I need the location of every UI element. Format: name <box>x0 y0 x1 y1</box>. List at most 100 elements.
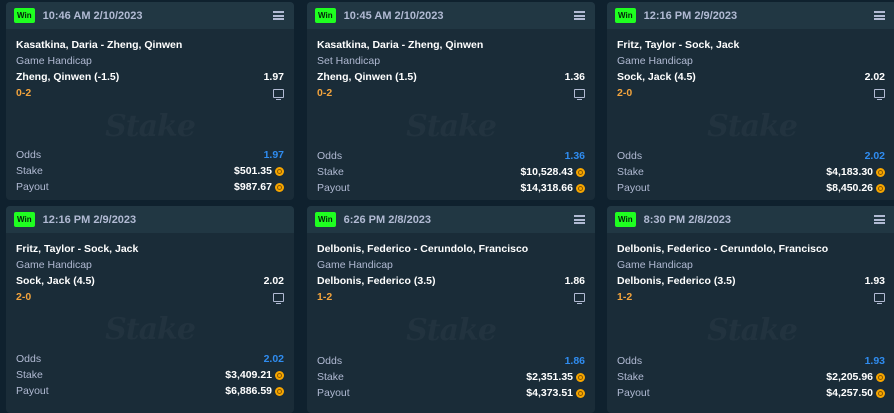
menu-icon[interactable] <box>574 215 585 224</box>
coin-icon <box>275 182 284 192</box>
bet-card[interactable]: Win 8:30 PM 2/8/2023 Delbonis, Federico … <box>607 206 894 413</box>
selection-row: Sock, Jack (4.5) 2.02 <box>617 69 887 85</box>
selection-odds: 1.97 <box>263 71 284 83</box>
odds-label: Odds <box>617 150 643 162</box>
stake-value: $2,351.35 <box>526 371 573 383</box>
payout-value: $4,257.50 <box>826 387 873 399</box>
coin-icon <box>576 372 585 382</box>
bet-summary: Odds 2.02 Stake $3,409.21 Payout $6,886.… <box>16 351 284 399</box>
bet-time: 6:26 PM 2/8/2023 <box>343 213 432 226</box>
menu-icon[interactable] <box>273 11 284 20</box>
bet-card-body: Kasatkina, Daria - Zheng, Qinwen Set Han… <box>307 29 595 101</box>
win-badge: Win <box>315 212 336 227</box>
score-row: 0-2 <box>317 85 585 101</box>
bet-card[interactable]: Win 12:16 PM 2/9/2023 Fritz, Taylor - So… <box>6 206 294 413</box>
selection-odds: 2.02 <box>864 71 885 83</box>
live-stream-icon[interactable] <box>874 88 885 100</box>
coin-icon <box>876 183 885 193</box>
bet-time: 12:16 PM 2/9/2023 <box>42 213 137 226</box>
score: 1-2 <box>617 291 633 303</box>
coin-icon <box>576 167 585 177</box>
odds-label: Odds <box>317 150 343 162</box>
score: 2-0 <box>617 87 633 99</box>
payout-label: Payout <box>16 181 49 193</box>
bet-card-header: Win 12:16 PM 2/9/2023 <box>607 2 894 29</box>
payout-label: Payout <box>617 387 650 399</box>
bet-time: 12:16 PM 2/9/2023 <box>643 9 738 22</box>
match-name[interactable]: Fritz, Taylor - Sock, Jack <box>617 37 887 53</box>
bet-card[interactable]: Win 10:46 AM 2/10/2023 Kasatkina, Daria … <box>6 2 294 200</box>
menu-icon[interactable] <box>874 11 885 20</box>
coin-icon <box>876 372 885 382</box>
score-row: 2-0 <box>617 85 887 101</box>
stake-label: Stake <box>617 371 644 383</box>
selection-odds: 1.93 <box>864 275 885 287</box>
bet-card-body: Fritz, Taylor - Sock, Jack Game Handicap… <box>607 29 894 101</box>
match-name[interactable]: Kasatkina, Daria - Zheng, Qinwen <box>16 37 284 53</box>
score-row: 0-2 <box>16 85 284 101</box>
selection-name: Delbonis, Federico (3.5) <box>617 275 736 287</box>
selection-odds: 1.86 <box>564 275 585 287</box>
bet-card[interactable]: Win 12:16 PM 2/9/2023 Fritz, Taylor - So… <box>607 2 894 200</box>
payout-label: Payout <box>16 385 49 397</box>
live-stream-icon[interactable] <box>574 292 585 304</box>
bet-summary: Odds 1.93 Stake $2,205.96 Payout $4,257.… <box>617 353 885 401</box>
bet-card-header: Win 8:30 PM 2/8/2023 <box>607 206 894 233</box>
market-name: Game Handicap <box>617 259 693 271</box>
match-name[interactable]: Fritz, Taylor - Sock, Jack <box>16 241 284 257</box>
selection-odds: 2.02 <box>263 275 284 287</box>
coin-icon <box>576 388 585 398</box>
stake-label: Stake <box>617 166 644 178</box>
stake-row: Stake $10,528.43 <box>317 164 585 180</box>
odds-label: Odds <box>317 355 343 367</box>
live-stream-icon[interactable] <box>273 88 284 100</box>
menu-icon[interactable] <box>874 215 885 224</box>
score: 0-2 <box>317 87 333 99</box>
odds-row: Odds 1.36 <box>317 148 585 164</box>
live-stream-icon[interactable] <box>273 292 284 304</box>
payout-label: Payout <box>617 182 650 194</box>
stake-label: Stake <box>16 369 43 381</box>
coin-icon <box>275 386 284 396</box>
stake-value: $10,528.43 <box>520 166 573 178</box>
selection-row: Zheng, Qinwen (1.5) 1.36 <box>317 69 585 85</box>
payout-value: $6,886.59 <box>225 385 272 397</box>
odds-label: Odds <box>16 353 42 365</box>
bet-card[interactable]: Win 6:26 PM 2/8/2023 Delbonis, Federico … <box>307 206 595 413</box>
odds-value: 1.86 <box>564 355 585 367</box>
score: 0-2 <box>16 87 32 99</box>
odds-row: Odds 1.93 <box>617 353 885 369</box>
bet-card[interactable]: Win 10:45 AM 2/10/2023 Kasatkina, Daria … <box>307 2 595 200</box>
bet-time: 10:45 AM 2/10/2023 <box>343 9 444 22</box>
bet-summary: Odds 1.97 Stake $501.35 Payout $987.67 <box>16 147 284 195</box>
live-stream-icon[interactable] <box>574 88 585 100</box>
payout-row: Payout $14,318.66 <box>317 180 585 196</box>
stake-value: $501.35 <box>234 165 272 177</box>
bet-card-header: Win 10:46 AM 2/10/2023 <box>6 2 294 29</box>
score: 2-0 <box>16 291 32 303</box>
bet-card-body: Kasatkina, Daria - Zheng, Qinwen Game Ha… <box>6 29 294 101</box>
odds-value: 2.02 <box>864 150 885 162</box>
stake-row: Stake $2,351.35 <box>317 369 585 385</box>
odds-row: Odds 1.86 <box>317 353 585 369</box>
win-badge: Win <box>315 8 336 23</box>
selection-odds: 1.36 <box>564 71 585 83</box>
match-name[interactable]: Kasatkina, Daria - Zheng, Qinwen <box>317 37 585 53</box>
stake-row: Stake $3,409.21 <box>16 367 284 383</box>
match-name[interactable]: Delbonis, Federico - Cerundolo, Francisc… <box>317 241 585 257</box>
coin-icon <box>576 183 585 193</box>
market-name: Game Handicap <box>317 259 393 271</box>
match-name[interactable]: Delbonis, Federico - Cerundolo, Francisc… <box>617 241 887 257</box>
odds-label: Odds <box>617 355 643 367</box>
menu-icon[interactable] <box>574 11 585 20</box>
coin-icon <box>876 388 885 398</box>
selection-row: Sock, Jack (4.5) 2.02 <box>16 273 284 289</box>
payout-row: Payout $8,450.26 <box>617 180 885 196</box>
live-stream-icon[interactable] <box>874 292 885 304</box>
stake-label: Stake <box>16 165 43 177</box>
stake-row: Stake $501.35 <box>16 163 284 179</box>
market-name: Set Handicap <box>317 55 381 67</box>
stake-row: Stake $4,183.30 <box>617 164 885 180</box>
odds-value: 1.93 <box>864 355 885 367</box>
stake-label: Stake <box>317 166 344 178</box>
